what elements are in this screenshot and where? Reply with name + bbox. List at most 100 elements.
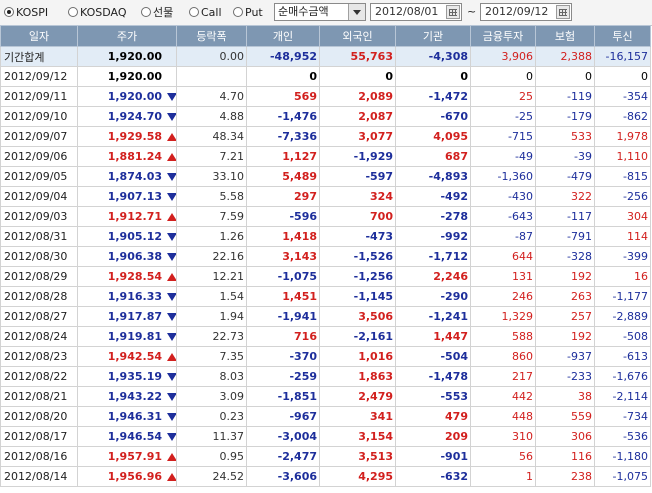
cell-individual: -370: [246, 346, 320, 367]
summary-row[interactable]: 기간합계 1,920.00 0.00 -48,952 55,763 -4,308 3,906…: [0, 46, 651, 67]
cell-change: 0.95: [176, 446, 247, 467]
cell-price: 1,943.22: [77, 386, 177, 407]
col-header-insurance[interactable]: 보험: [535, 25, 595, 47]
chevron-down-icon[interactable]: [348, 4, 365, 20]
radio-kosdaq[interactable]: KOSDAQ: [68, 5, 127, 19]
cell-trust: -2,889: [594, 306, 651, 327]
cell-foreign: 2,089: [319, 86, 396, 107]
table-row[interactable]: 2012/09/06 1,881.24 7.21 1,127 -1,929 687 -49-…: [0, 146, 651, 167]
table-row[interactable]: 2012/08/30 1,906.38 22.16 3,143 -1,526 -1,712…: [0, 246, 651, 267]
col-header-foreign[interactable]: 외국인: [319, 25, 396, 47]
table-row[interactable]: 2012/09/04 1,907.13 5.58 297 324 -492 -430 322-…: [0, 186, 651, 207]
col-header-financial-investment[interactable]: 금융투자: [470, 25, 536, 47]
cell-trust: 0: [594, 66, 651, 87]
cell-date: 2012/08/23: [0, 346, 78, 367]
cell-trust: -354: [594, 86, 651, 107]
cell-insurance: 533: [535, 126, 595, 147]
cell-insurance: -179: [535, 106, 595, 127]
cell-individual: 1,451: [246, 286, 320, 307]
cell-date: 2012/08/24: [0, 326, 78, 347]
cell-institution: -504: [395, 346, 471, 367]
table-row[interactable]: 2012/08/21 1,943.22 3.09 -1,851 2,479 -553 442…: [0, 386, 651, 407]
date-from-field[interactable]: 2012/08/01: [370, 3, 462, 21]
table-row[interactable]: 2012/09/05 1,874.03 33.10 5,489 -597 -4,893 -1…: [0, 166, 651, 187]
cell-date: 2012/08/28: [0, 286, 78, 307]
table-row[interactable]: 2012/08/29 1,928.54 12.21 -1,075 -1,256 2,246…: [0, 266, 651, 287]
table-row[interactable]: 2012/08/31 1,905.12 1.26 1,418 -473 -992 -87 -7…: [0, 226, 651, 247]
table-row[interactable]: 2012/08/16 1,957.91 0.95 -2,477 3,513 -901 56 1…: [0, 446, 651, 467]
cell-institution: -1,472: [395, 86, 471, 107]
cell-date: 2012/09/10: [0, 106, 78, 127]
cell-price: 1,946.31: [77, 406, 177, 427]
cell-date: 2012/08/21: [0, 386, 78, 407]
cell-trust: 114: [594, 226, 651, 247]
cell-institution: 209: [395, 426, 471, 447]
cell-foreign: 55,763: [319, 46, 396, 67]
table-row[interactable]: 2012/08/28 1,916.33 1.54 1,451 -1,145 -290 246…: [0, 286, 651, 307]
cell-financial-investment: 442: [470, 386, 536, 407]
cell-change: 3.09: [176, 386, 247, 407]
cell-change: 12.21: [176, 266, 247, 287]
cell-financial-investment: -643: [470, 206, 536, 227]
cell-date: 2012/08/16: [0, 446, 78, 467]
date-range-separator: ~: [467, 5, 477, 18]
table-row[interactable]: 2012/08/27 1,917.87 1.94 -1,941 3,506 -1,241 1…: [0, 306, 651, 327]
table-row[interactable]: 2012/08/17 1,946.54 11.37 -3,004 3,154 209 310…: [0, 426, 651, 447]
triangle-up-icon: [166, 352, 176, 361]
table-row[interactable]: 2012/09/03 1,912.71 7.59 -596 700 -278 -643 -11…: [0, 206, 651, 227]
col-header-individual[interactable]: 개인: [246, 25, 320, 47]
metric-select[interactable]: 순매수금액: [274, 3, 366, 21]
cell-change: 33.10: [176, 166, 247, 187]
cell-change: 5.58: [176, 186, 247, 207]
cell-date: 2012/08/27: [0, 306, 78, 327]
col-header-institution[interactable]: 기관: [395, 25, 471, 47]
cell-change: 1.26: [176, 226, 247, 247]
col-header-change[interactable]: 등락폭: [176, 25, 247, 47]
cell-financial-investment: 217: [470, 366, 536, 387]
cell-trust: -2,114: [594, 386, 651, 407]
radio-kospi[interactable]: KOSPI: [4, 5, 48, 19]
table-row[interactable]: 2012/09/07 1,929.58 48.34 -7,336 3,077 4,095-…: [0, 126, 651, 147]
cell-change: 8.03: [176, 366, 247, 387]
cell-date: 2012/08/20: [0, 406, 78, 427]
cell-financial-investment: -49: [470, 146, 536, 167]
table-row[interactable]: 2012/08/22 1,935.19 8.03 -259 1,863 -1,478 217…: [0, 366, 651, 387]
table-row[interactable]: 2012/09/10 1,924.70 4.88 -1,476 2,087 -670 -25…: [0, 106, 651, 127]
cell-insurance: -328: [535, 246, 595, 267]
cell-foreign: 2,087: [319, 106, 396, 127]
cell-financial-investment: -25: [470, 106, 536, 127]
cell-insurance: -479: [535, 166, 595, 187]
cell-price: 1,920.00: [77, 46, 177, 67]
table-row[interactable]: 2012/08/20 1,946.31 0.23 -967 341 479 448 559 -7…: [0, 406, 651, 427]
radio-dot: [233, 7, 243, 17]
cell-change: 22.16: [176, 246, 247, 267]
col-header-date[interactable]: 일자: [0, 25, 78, 47]
radio-call[interactable]: Call: [189, 5, 222, 19]
cell-price: 1,874.03: [77, 166, 177, 187]
table-row[interactable]: 2012/08/14 1,956.96 24.52 -3,606 4,295 -632 1 2…: [0, 466, 651, 487]
triangle-down-icon: [166, 192, 176, 201]
cell-institution: 687: [395, 146, 471, 167]
cell-foreign: 341: [319, 406, 396, 427]
calendar-icon[interactable]: [446, 5, 460, 19]
col-header-price[interactable]: 주가: [77, 25, 177, 47]
table-row[interactable]: 2012/09/12 1,920.00 0 0 0 0 0 0: [0, 66, 651, 87]
cell-date: 2012/09/11: [0, 86, 78, 107]
triangle-down-icon: [166, 372, 176, 381]
cell-price: 1,920.00: [77, 66, 177, 87]
calendar-icon[interactable]: [556, 5, 570, 19]
col-header-trust[interactable]: 투신: [594, 25, 651, 47]
cell-financial-investment: 3,906: [470, 46, 536, 67]
cell-price: 1,917.87: [77, 306, 177, 327]
table-row[interactable]: 2012/08/23 1,942.54 7.35 -370 1,016 -504 860 -9…: [0, 346, 651, 367]
triangle-down-icon: [166, 312, 176, 321]
table-row[interactable]: 2012/09/11 1,920.00 4.70 569 2,089 -1,472 25 -1…: [0, 86, 651, 107]
date-to-field[interactable]: 2012/09/12: [480, 3, 572, 21]
table-row[interactable]: 2012/08/24 1,919.81 22.73 716 -2,161 1,447 588…: [0, 326, 651, 347]
cell-institution: -492: [395, 186, 471, 207]
cell-price: 1,924.70: [77, 106, 177, 127]
cell-individual: 1,418: [246, 226, 320, 247]
radio-futures[interactable]: 선물: [141, 5, 173, 19]
cell-price: 1,956.96: [77, 466, 177, 487]
radio-put[interactable]: Put: [233, 5, 263, 19]
